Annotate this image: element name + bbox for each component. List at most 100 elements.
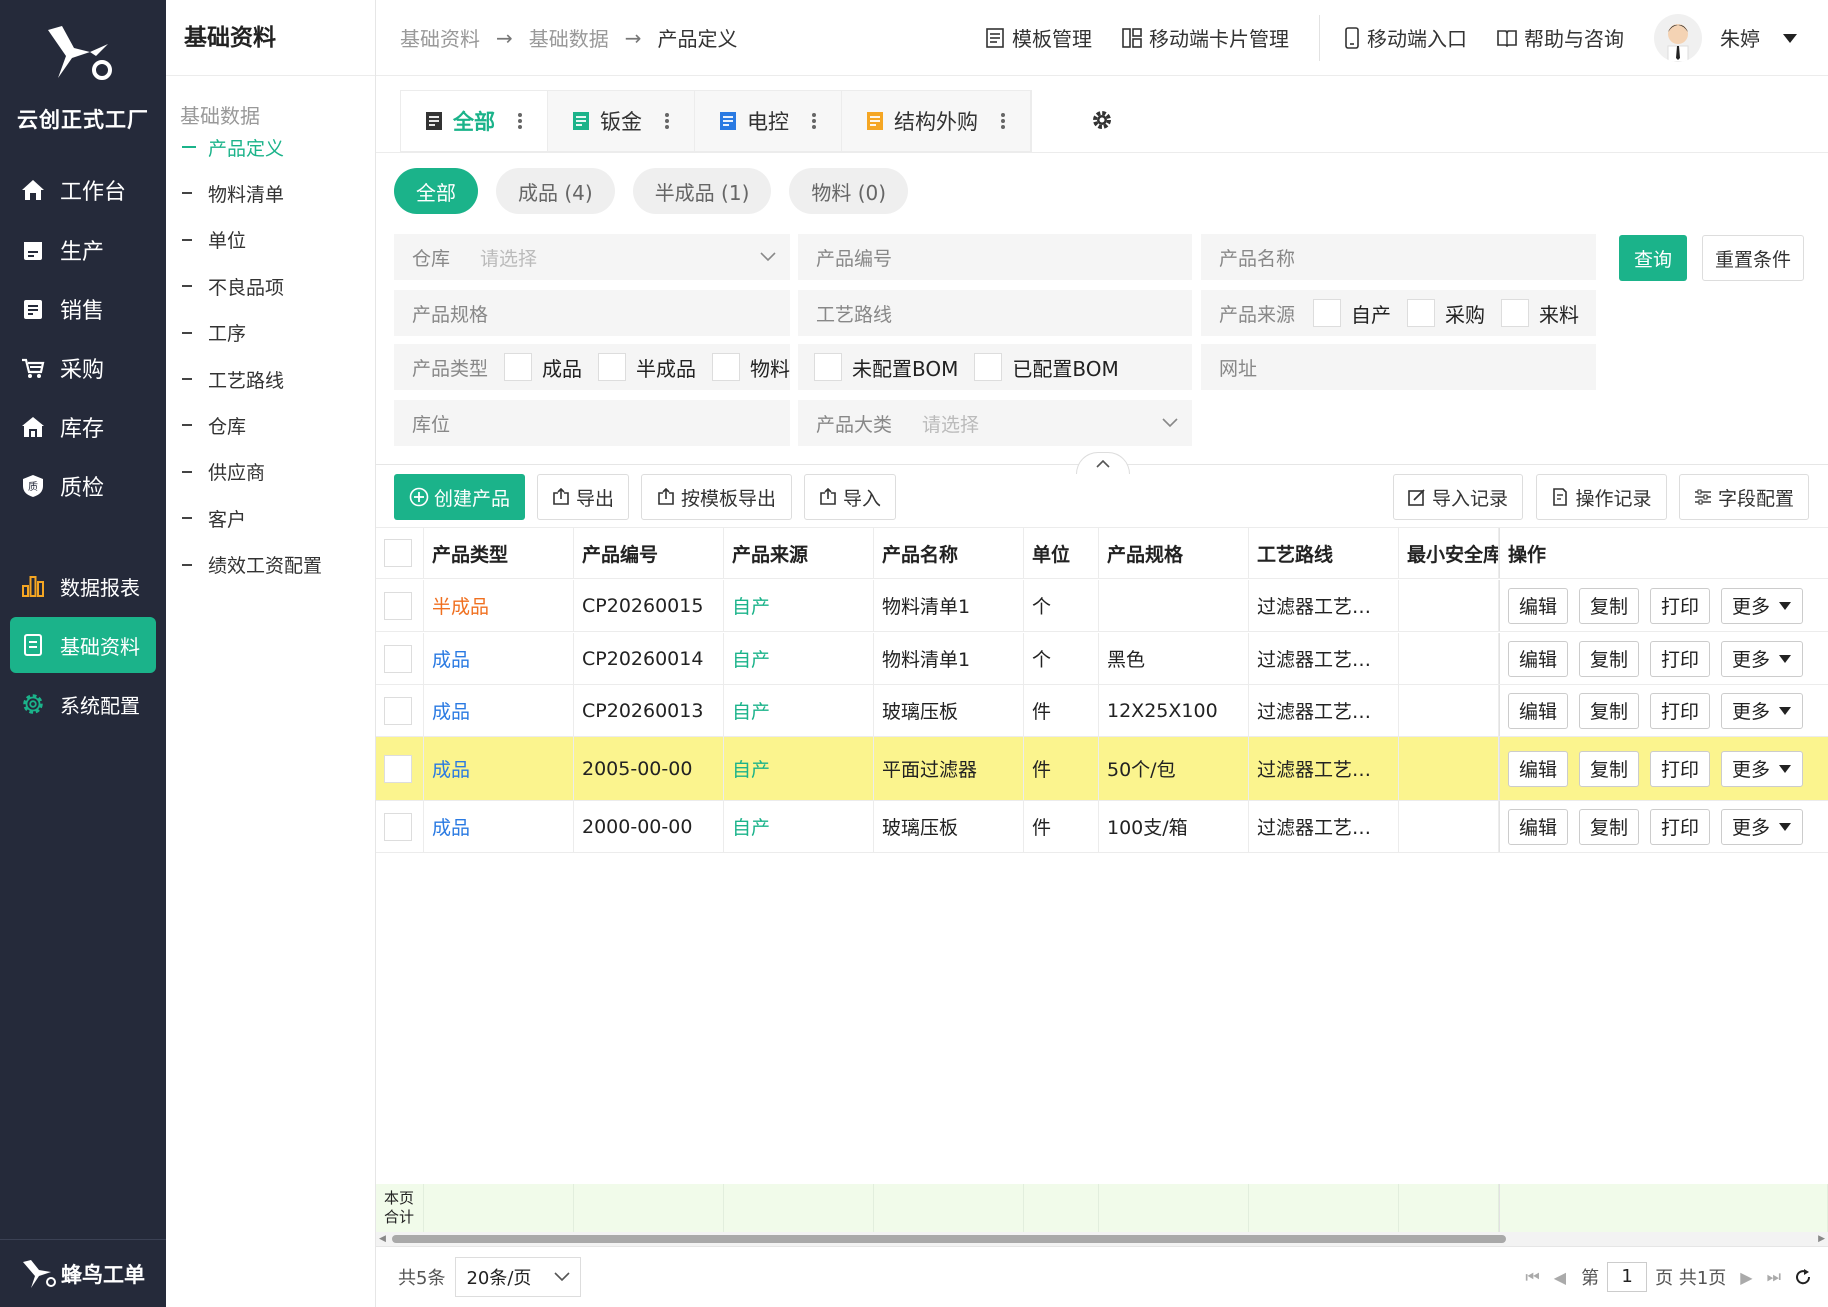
source-checkbox[interactable] bbox=[1501, 299, 1530, 327]
breadcrumb-item[interactable]: 基础数据 bbox=[529, 23, 609, 52]
copy-button[interactable]: 复制 bbox=[1579, 587, 1640, 624]
print-button[interactable]: 打印 bbox=[1650, 750, 1711, 787]
column-header[interactable]: 产品规格 bbox=[1099, 528, 1249, 578]
row-checkbox[interactable] bbox=[384, 644, 412, 673]
mobile-entry-button[interactable]: 移动端入口 bbox=[1344, 23, 1467, 52]
more-vertical-icon[interactable] bbox=[1000, 111, 1006, 131]
nav-item[interactable]: 工作台 bbox=[10, 162, 156, 218]
template-management-button[interactable]: 模板管理 bbox=[985, 23, 1092, 52]
query-button[interactable]: 查询 bbox=[1619, 235, 1687, 281]
more-button[interactable]: 更多 bbox=[1721, 750, 1804, 787]
reset-button[interactable]: 重置条件 bbox=[1702, 235, 1804, 281]
operation-log-button[interactable]: 操作记录 bbox=[1536, 474, 1667, 520]
more-button[interactable]: 更多 bbox=[1721, 640, 1804, 677]
print-button[interactable]: 打印 bbox=[1650, 640, 1711, 677]
more-button[interactable]: 更多 bbox=[1721, 808, 1804, 845]
subnav-item[interactable]: 工序 bbox=[182, 318, 246, 348]
select-all-checkbox[interactable] bbox=[384, 539, 412, 567]
subnav-item[interactable]: 不良品项 bbox=[182, 271, 284, 301]
first-page-icon[interactable]: ⏮ bbox=[1525, 1267, 1539, 1287]
column-header[interactable]: 产品名称 bbox=[874, 528, 1024, 578]
row-checkbox[interactable] bbox=[384, 591, 412, 620]
bom-checkbox[interactable] bbox=[814, 353, 842, 381]
prev-page-icon[interactable]: ◀ bbox=[1554, 1268, 1566, 1287]
more-vertical-icon[interactable] bbox=[517, 111, 523, 131]
category-select[interactable]: 产品大类 请选择 bbox=[798, 400, 1192, 446]
type-checkbox[interactable] bbox=[712, 353, 741, 381]
table-row[interactable]: 成品 2000-00-00 自产 玻璃压板件 100支/箱 过滤器工艺… 编辑 复制 打印 更多 bbox=[376, 801, 1828, 853]
nav-item[interactable]: 数据报表 bbox=[10, 558, 156, 614]
user-menu[interactable]: 朱婷 bbox=[1654, 13, 1798, 62]
more-button[interactable]: 更多 bbox=[1721, 587, 1804, 624]
tab-settings-gear-icon[interactable] bbox=[1090, 108, 1114, 137]
subnav-item[interactable]: 产品定义 bbox=[182, 132, 284, 162]
print-button[interactable]: 打印 bbox=[1650, 587, 1711, 624]
copy-button[interactable]: 复制 bbox=[1579, 808, 1640, 845]
nav-item[interactable]: 系统配置 bbox=[10, 676, 156, 732]
category-tab[interactable]: 钣金 bbox=[548, 91, 695, 151]
warehouse-select[interactable]: 仓库 请选择 bbox=[394, 234, 790, 280]
column-header[interactable]: 工艺路线 bbox=[1249, 528, 1399, 578]
refresh-icon[interactable] bbox=[1794, 1268, 1812, 1286]
create-product-button[interactable]: 创建产品 bbox=[394, 474, 525, 520]
nav-item[interactable]: 销售 bbox=[10, 281, 156, 337]
table-row[interactable]: 半成品 CP20260015 自产 物料清单1 个 过滤器工艺… 编辑 复制 打印 更多 bbox=[376, 580, 1828, 632]
filter-pill[interactable]: 半成品 (1) bbox=[632, 168, 772, 214]
category-tab[interactable]: 电控 bbox=[695, 91, 842, 151]
table-row[interactable]: 成品 CP20260014 自产 物料清单1 个黑色 过滤器工艺… 编辑 复制 打印 更多 bbox=[376, 633, 1828, 685]
page-input[interactable]: 1 bbox=[1607, 1262, 1648, 1292]
more-vertical-icon[interactable] bbox=[664, 111, 670, 131]
mobile-card-button[interactable]: 移动端卡片管理 bbox=[1122, 23, 1289, 52]
collapse-filters-button[interactable] bbox=[1076, 452, 1130, 474]
scrollbar-thumb[interactable] bbox=[392, 1235, 1506, 1243]
copy-button[interactable]: 复制 bbox=[1579, 640, 1640, 677]
location-field[interactable]: 库位 bbox=[394, 400, 790, 446]
nav-item[interactable]: 采购 bbox=[10, 340, 156, 396]
product-code-field[interactable]: 产品编号 bbox=[798, 234, 1192, 280]
url-field[interactable]: 网址 bbox=[1201, 344, 1596, 390]
category-tab[interactable]: 全部 bbox=[401, 91, 548, 151]
edit-button[interactable]: 编辑 bbox=[1508, 692, 1569, 729]
copy-button[interactable]: 复制 bbox=[1579, 750, 1640, 787]
page-size-select[interactable]: 20条/页 bbox=[455, 1257, 582, 1297]
bom-checkbox[interactable] bbox=[974, 353, 1003, 381]
column-header[interactable]: 产品来源 bbox=[724, 528, 874, 578]
scroll-left-icon[interactable]: ◀ bbox=[379, 1234, 386, 1244]
export-template-button[interactable]: 按模板导出 bbox=[641, 474, 792, 520]
nav-item[interactable]: 生产 bbox=[10, 222, 156, 278]
horizontal-scrollbar[interactable]: ◀ ▶ bbox=[376, 1232, 1828, 1246]
source-checkbox[interactable] bbox=[1313, 299, 1342, 327]
edit-button[interactable]: 编辑 bbox=[1508, 587, 1569, 624]
category-tab[interactable]: 结构外购 bbox=[842, 91, 1031, 151]
column-header[interactable]: 最小安全库 bbox=[1399, 528, 1499, 578]
subnav-item[interactable]: 绩效工资配置 bbox=[182, 550, 322, 580]
next-page-icon[interactable]: ▶ bbox=[1740, 1268, 1752, 1287]
more-vertical-icon[interactable] bbox=[811, 111, 817, 131]
nav-item[interactable]: 基础资料 bbox=[10, 617, 156, 673]
last-page-icon[interactable]: ⏭ bbox=[1767, 1267, 1781, 1287]
export-button[interactable]: 导出 bbox=[537, 474, 629, 520]
column-header[interactable]: 单位 bbox=[1024, 528, 1099, 578]
import-button[interactable]: 导入 bbox=[804, 474, 896, 520]
edit-button[interactable]: 编辑 bbox=[1508, 808, 1569, 845]
breadcrumb-item[interactable]: 基础资料 bbox=[400, 23, 480, 52]
subnav-item[interactable]: 单位 bbox=[182, 225, 246, 255]
print-button[interactable]: 打印 bbox=[1650, 808, 1711, 845]
source-checkbox[interactable] bbox=[1407, 299, 1436, 327]
product-spec-field[interactable]: 产品规格 bbox=[394, 290, 790, 336]
row-checkbox[interactable] bbox=[384, 812, 412, 841]
scroll-right-icon[interactable]: ▶ bbox=[1818, 1234, 1825, 1244]
nav-item[interactable]: 质 质检 bbox=[10, 458, 156, 514]
subnav-item[interactable]: 工艺路线 bbox=[182, 364, 284, 394]
row-checkbox[interactable] bbox=[384, 754, 412, 783]
product-name-field[interactable]: 产品名称 bbox=[1201, 234, 1596, 280]
edit-button[interactable]: 编辑 bbox=[1508, 640, 1569, 677]
column-header[interactable]: 产品类型 bbox=[424, 528, 574, 578]
subnav-item[interactable]: 供应商 bbox=[182, 457, 265, 487]
table-row[interactable]: 成品 2005-00-00 自产 平面过滤器件 50个/包 过滤器工艺… 编辑 复制 打印 更多 bbox=[376, 737, 1828, 801]
import-log-button[interactable]: 导入记录 bbox=[1393, 474, 1523, 520]
edit-button[interactable]: 编辑 bbox=[1508, 750, 1569, 787]
subnav-item[interactable]: 客户 bbox=[182, 503, 246, 533]
route-field[interactable]: 工艺路线 bbox=[798, 290, 1192, 336]
filter-pill[interactable]: 全部 bbox=[394, 168, 478, 214]
